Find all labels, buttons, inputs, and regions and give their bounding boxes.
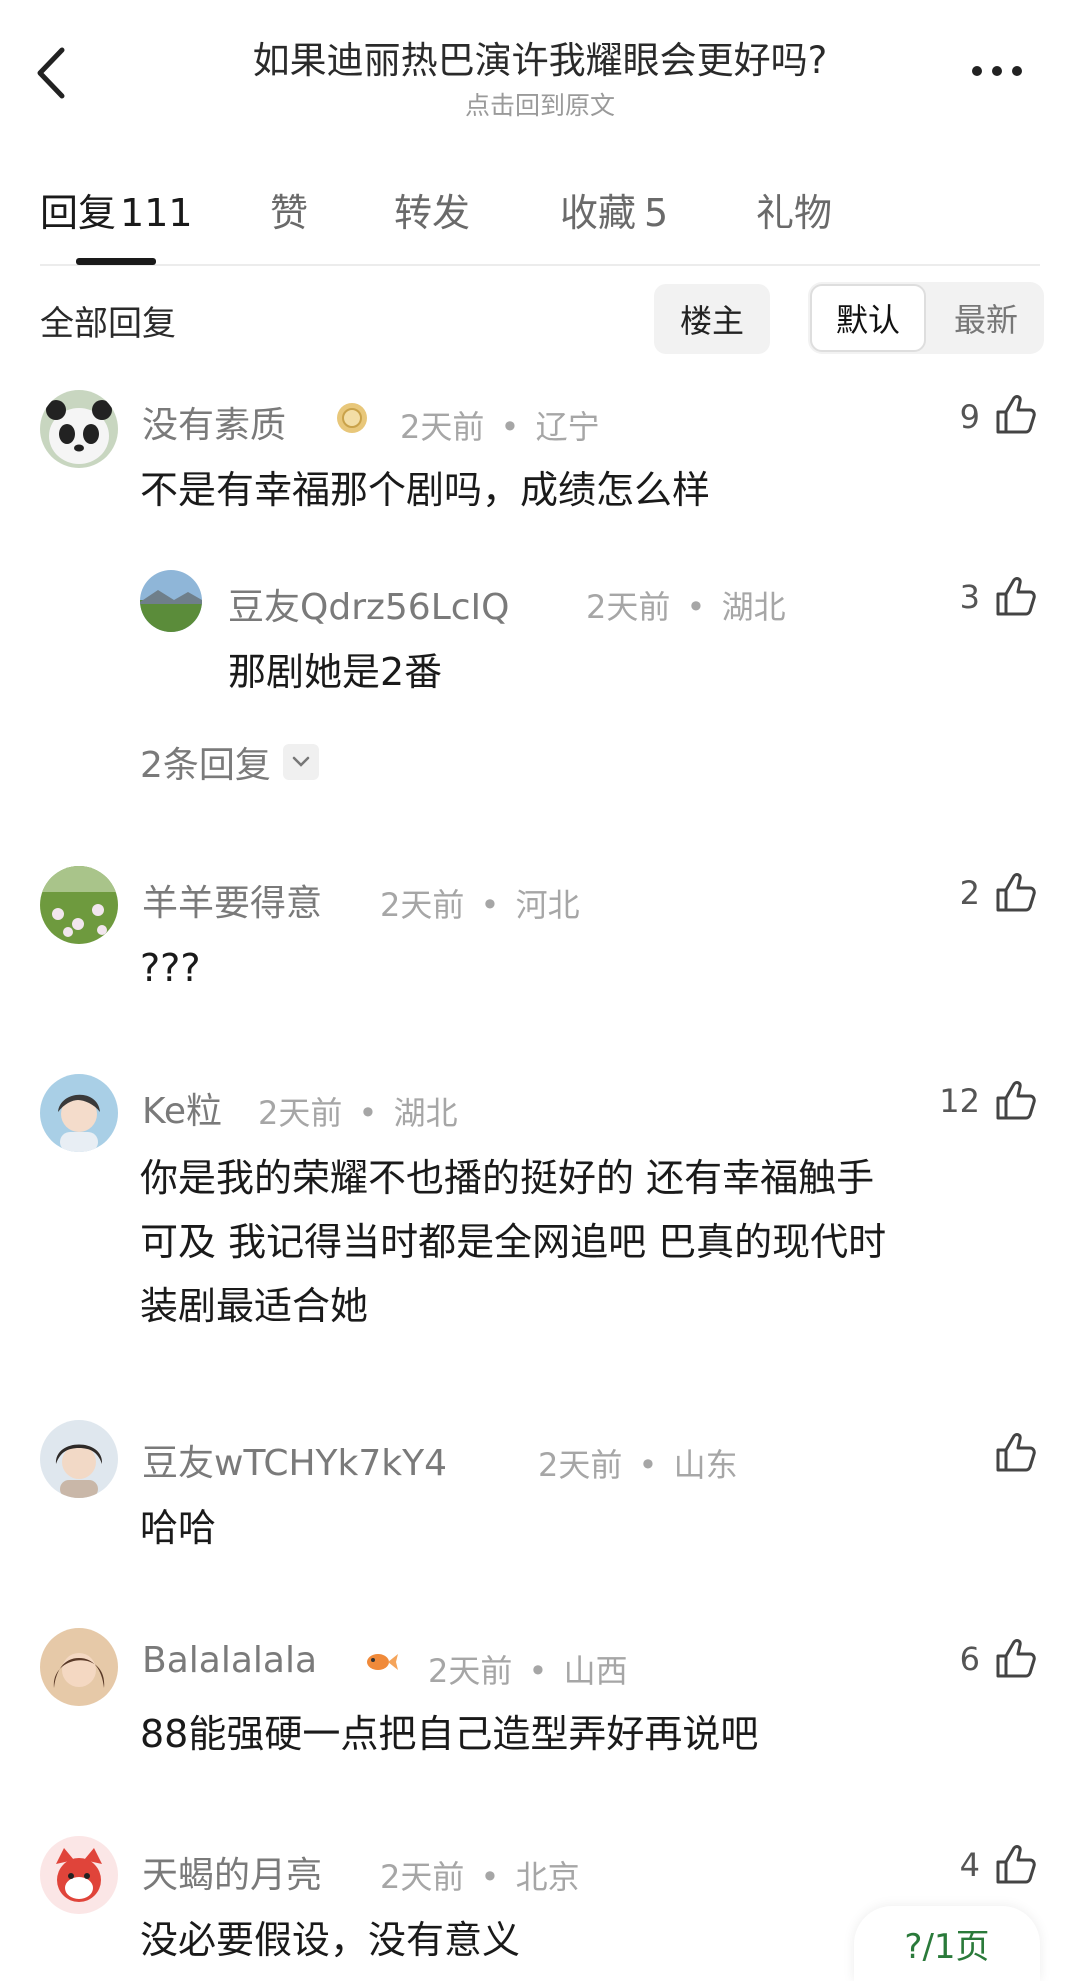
comment-text: 你是我的荣耀不也播的挺好的 还有幸福触手 可及 我记得当时都是全网追吧 巴真的现… (140, 1146, 886, 1338)
all-replies-label: 全部回复 (40, 304, 176, 344)
goldfish-badge-icon (360, 1640, 402, 1682)
comment-text: 没必要假设，没有意义 (140, 1918, 521, 1962)
comment-text: 不是有幸福那个剧吗，成绩怎么样 (140, 468, 711, 512)
back-to-original-link[interactable]: 点击回到原文 (140, 86, 940, 122)
tab-reposts[interactable]: 转发 (394, 182, 470, 237)
sort-default-button[interactable]: 默认 (810, 284, 926, 352)
person-avatar-icon (40, 1074, 118, 1152)
comment-meta: 2天前 • 辽宁 (400, 402, 600, 448)
tab-favorites-label: 收藏 (560, 191, 637, 235)
meta-separator: • (358, 1094, 378, 1132)
comment-location: 山东 (673, 1446, 738, 1484)
avatar[interactable] (40, 1836, 118, 1914)
comment-location: 山西 (563, 1652, 628, 1690)
like-count: 9 (959, 398, 980, 436)
person-avatar-icon (40, 1420, 118, 1498)
comment-author[interactable]: Balalalala (142, 1640, 317, 1681)
comment-location: 河北 (515, 886, 580, 924)
tab-active-indicator (76, 258, 156, 265)
meta-separator: • (528, 1652, 548, 1690)
tab-favorites-count: 5 (644, 191, 669, 235)
op-only-button[interactable]: 楼主 (654, 284, 770, 354)
comment-meta: 2天前 • 北京 (380, 1852, 580, 1898)
comment-meta: 2天前 • 湖北 (258, 1088, 458, 1134)
reply-location: 湖北 (721, 588, 786, 626)
meta-separator: • (638, 1446, 658, 1484)
panda-avatar-icon (40, 390, 118, 468)
comment-text: 哈哈 (140, 1506, 217, 1550)
tab-divider (40, 264, 1040, 266)
reply-time: 2天前 (586, 588, 671, 626)
thumbs-up-icon[interactable] (994, 392, 1038, 436)
comment-text-line: 你是我的荣耀不也播的挺好的 还有幸福触手 (140, 1156, 875, 1200)
flower-field-avatar-icon (40, 866, 118, 944)
more-icon[interactable] (962, 56, 1032, 86)
reply-author[interactable]: 豆友Qdrz56LcIQ (228, 578, 510, 630)
comment-author[interactable]: 没有素质 (142, 396, 286, 448)
comment-author[interactable]: Ke粒 (142, 1082, 222, 1134)
reply-meta: 2天前 • 湖北 (586, 582, 786, 628)
badge-icon (334, 400, 370, 436)
thumbs-up-icon[interactable] (994, 574, 1038, 618)
back-button[interactable] (30, 42, 74, 104)
comment-author[interactable]: 天蝎的月亮 (142, 1846, 322, 1898)
tab-replies-label: 回复 (40, 191, 117, 235)
expand-replies-button[interactable]: 2条回复 (140, 736, 319, 788)
comment-time: 2天前 (538, 1446, 623, 1484)
avatar[interactable] (40, 390, 118, 468)
like-count: 3 (959, 578, 980, 616)
like-count: 4 (959, 1846, 980, 1884)
avatar[interactable] (40, 1074, 118, 1152)
page-title: 如果迪丽热巴演许我耀眼会更好吗? (252, 39, 828, 82)
comment-text-line: 装剧最适合她 (140, 1284, 369, 1328)
avatar[interactable] (40, 1628, 118, 1706)
avatar[interactable] (40, 1420, 118, 1498)
thumbs-up-icon[interactable] (994, 1636, 1038, 1680)
like-count: 12 (939, 1082, 980, 1120)
thumbs-up-icon[interactable] (994, 1430, 1038, 1474)
comment-time: 2天前 (258, 1094, 343, 1132)
landscape-avatar-icon (140, 570, 202, 632)
avatar[interactable] (140, 570, 202, 632)
comment-meta: 2天前 • 河北 (380, 880, 580, 926)
meta-separator: • (686, 588, 706, 626)
thumbs-up-icon[interactable] (994, 1078, 1038, 1122)
tab-replies-count: 111 (120, 191, 193, 235)
comment-text: 88能强硬一点把自己造型弄好再说吧 (140, 1712, 759, 1756)
comment-time: 2天前 (380, 1858, 465, 1896)
thumbs-up-icon[interactable] (994, 870, 1038, 914)
meta-separator: • (480, 886, 500, 924)
comment-meta: 2天前 • 山西 (428, 1646, 628, 1692)
comment-author[interactable]: 羊羊要得意 (142, 874, 322, 926)
page-indicator-button[interactable]: ?/1页 (854, 1906, 1040, 1981)
tab-likes[interactable]: 赞 (270, 182, 308, 237)
tab-gifts[interactable]: 礼物 (756, 182, 832, 237)
comment-location: 辽宁 (535, 408, 600, 446)
tab-replies[interactable]: 回复 111 (40, 182, 193, 237)
like-count: 2 (959, 874, 980, 912)
comment-location: 北京 (515, 1858, 580, 1896)
comment-time: 2天前 (400, 408, 485, 446)
comment-time: 2天前 (380, 886, 465, 924)
tab-favorites[interactable]: 收藏 5 (560, 182, 668, 237)
chevron-down-icon (282, 744, 319, 780)
expand-replies-label: 2条回复 (140, 745, 271, 786)
avatar[interactable] (40, 866, 118, 944)
comment-location: 湖北 (393, 1094, 458, 1132)
like-count: 6 (959, 1640, 980, 1678)
meta-separator: • (500, 408, 520, 446)
person-avatar-icon (40, 1628, 118, 1706)
chevron-left-icon (37, 47, 65, 99)
comment-time: 2天前 (428, 1652, 513, 1690)
comment-meta: 2天前 • 山东 (538, 1440, 738, 1486)
comment-text: ??? (140, 946, 201, 990)
reply-text: 那剧她是2番 (228, 650, 443, 694)
meta-separator: • (480, 1858, 500, 1896)
thumbs-up-icon[interactable] (994, 1842, 1038, 1886)
comment-author[interactable]: 豆友wTCHYk7kY4 (142, 1434, 447, 1486)
comment-text-line: 可及 我记得当时都是全网追吧 巴真的现代时 (140, 1220, 887, 1264)
sort-latest-button[interactable]: 最新 (930, 284, 1042, 352)
cartoon-fox-avatar-icon (40, 1836, 118, 1914)
